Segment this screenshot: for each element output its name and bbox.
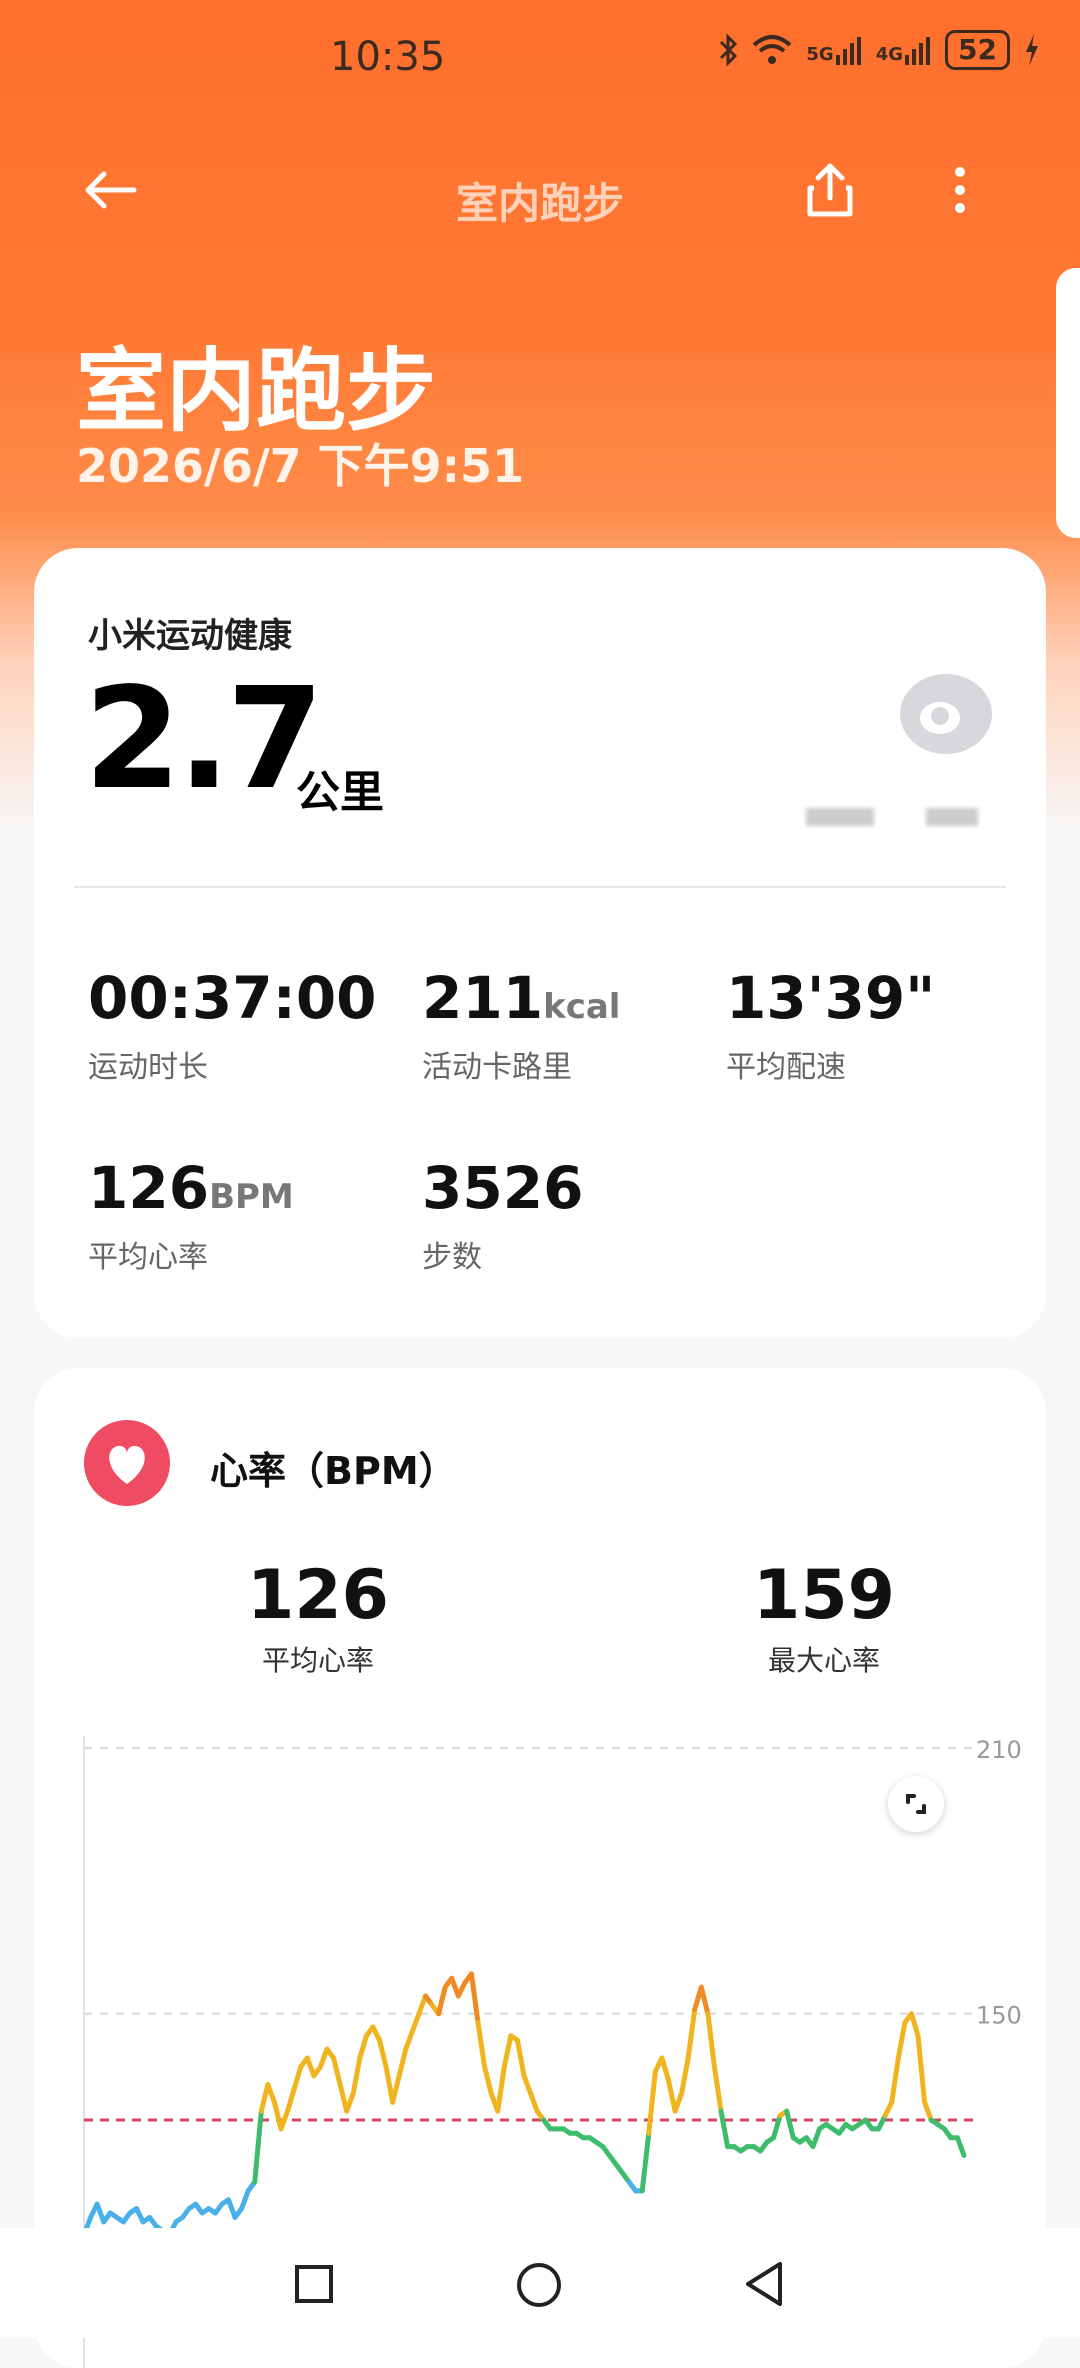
metric-value: 13'39" [726, 964, 936, 1032]
chart-line-segment [390, 2073, 402, 2105]
metric-label: 活动卡路里 [422, 1050, 572, 1085]
chart-line-segment [265, 2082, 277, 2105]
share-icon[interactable] [800, 160, 860, 224]
metric-duration: 00:37:00 运动时长 [88, 964, 377, 1086]
chart-line-segment [659, 2055, 671, 2083]
chart-line-segment [718, 2108, 731, 2150]
app-bar-title: 室内跑步 [455, 179, 624, 228]
chart-line-segment [685, 2006, 698, 2061]
chart-line-segment [922, 2099, 934, 2123]
metric-label: 平均心率 [88, 1240, 208, 1275]
chart-line-segment [711, 2064, 724, 2114]
chart-line-segment [889, 2055, 901, 2105]
expand-icon [906, 1794, 926, 1814]
chart-line-segment [350, 2055, 363, 2096]
chart-line-segment [639, 2130, 652, 2194]
avatar [900, 674, 992, 754]
battery-icon: 52 [945, 30, 1010, 70]
bluetooth-icon [720, 33, 738, 67]
chart-line-segment [954, 2135, 967, 2158]
metric-label: 步数 [422, 1240, 482, 1275]
metric-unit: kcal [543, 987, 621, 1027]
divider [74, 886, 1006, 888]
chart-line-segment [672, 2090, 685, 2114]
system-nav-bar [0, 2228, 1080, 2338]
chart-tick-label: 210 [976, 1736, 1022, 1764]
metric-value: 211 [422, 964, 544, 1032]
chart-line-segment [784, 2108, 796, 2141]
network-5g-label: 5G [806, 44, 834, 65]
metric-value: 3526 [422, 1154, 584, 1222]
side-drawer-handle[interactable] [1056, 268, 1080, 538]
chart-line-segment [239, 2188, 251, 2212]
more-vertical-icon[interactable] [948, 160, 972, 224]
heart-rate-chart[interactable]: 90150210 [34, 1368, 1046, 2368]
distance-value: 2.7 [84, 658, 324, 821]
chart-line-segment [291, 2064, 304, 2092]
chart-line-segment [495, 2064, 507, 2114]
chart-line-segment [501, 2033, 514, 2070]
chart-line-segment [344, 2090, 356, 2114]
chart-line-segment [698, 1984, 711, 2017]
chart-line-segment [705, 2011, 717, 2070]
chart-line-segment [409, 2011, 422, 2034]
metric-calories: 211kcal 活动卡路里 [422, 964, 620, 1086]
chart-line-segment [436, 1984, 448, 2017]
chart-line-segment [810, 2126, 823, 2150]
chart-line-segment [468, 1971, 481, 2026]
recent-apps-icon[interactable] [294, 2264, 334, 2304]
chart-line-segment [915, 2033, 928, 2105]
chart-line-segment [377, 2037, 389, 2070]
signal-4g-icon: 4G [876, 35, 931, 65]
chart-line-segment [528, 2090, 540, 2114]
status-time: 10:35 [330, 34, 446, 80]
status-bar: 10:35 5G 4G 52 [0, 0, 1080, 120]
metric-steps: 3526 步数 [422, 1154, 583, 1276]
expand-chart-button[interactable] [888, 1776, 944, 1832]
chart-line-segment [278, 2108, 291, 2132]
home-icon[interactable] [516, 2262, 562, 2308]
distance-unit: 公里 [296, 767, 384, 818]
metric-label: 平均配速 [726, 1050, 846, 1085]
heart-rate-card: 心率（BPM） 126 平均心率 159 最大心率 90150210 [34, 1368, 1046, 2368]
activity-title: 室内跑步 [76, 339, 436, 444]
activity-datetime: 2026/6/7 下午9:51 [76, 439, 525, 493]
chart-line-segment [285, 2086, 297, 2114]
network-4g-label: 4G [875, 44, 904, 65]
chart-line-segment [895, 2020, 908, 2061]
chart-line-segment [514, 2037, 527, 2079]
chart-line-segment [646, 2068, 658, 2136]
app-bar: 室内跑步 [0, 140, 1080, 240]
wifi-icon [753, 35, 792, 64]
metric-value: 126 [88, 1154, 210, 1222]
metric-value: 00:37:00 [88, 964, 377, 1032]
chart-line-segment [357, 2033, 369, 2061]
data-source-label: 小米运动健康 [88, 616, 292, 656]
chart-line-segment [521, 2073, 534, 2096]
chart-line-segment [475, 2020, 488, 2070]
metric-avg-heart-rate: 126BPM 平均心率 [88, 1154, 294, 1276]
chart-line-segment [908, 2011, 921, 2039]
metric-label: 运动时长 [88, 1050, 208, 1085]
chart-line-segment [331, 2055, 343, 2088]
metric-pace: 13'39" 平均配速 [726, 964, 935, 1086]
chart-line-segment [252, 2108, 264, 2185]
charging-icon [1026, 34, 1038, 66]
chart-line-segment [396, 2046, 409, 2079]
chart-line-segment [403, 2028, 415, 2052]
chart-line-segment [482, 2064, 494, 2096]
masked-text [806, 808, 874, 826]
back-icon[interactable] [742, 2260, 786, 2308]
summary-card: 小米运动健康 2.7 公里 00:37:00 运动时长 211kcal 活动卡路… [34, 548, 1046, 1338]
chart-line-segment [665, 2077, 678, 2114]
chart-line-segment [679, 2055, 691, 2096]
masked-text [926, 808, 978, 826]
signal-5g-icon: 5G [806, 35, 861, 65]
metric-unit: BPM [209, 1177, 294, 1217]
chart-tick-label: 150 [976, 2002, 1022, 2030]
status-icons: 5G 4G 52 [718, 30, 1040, 70]
